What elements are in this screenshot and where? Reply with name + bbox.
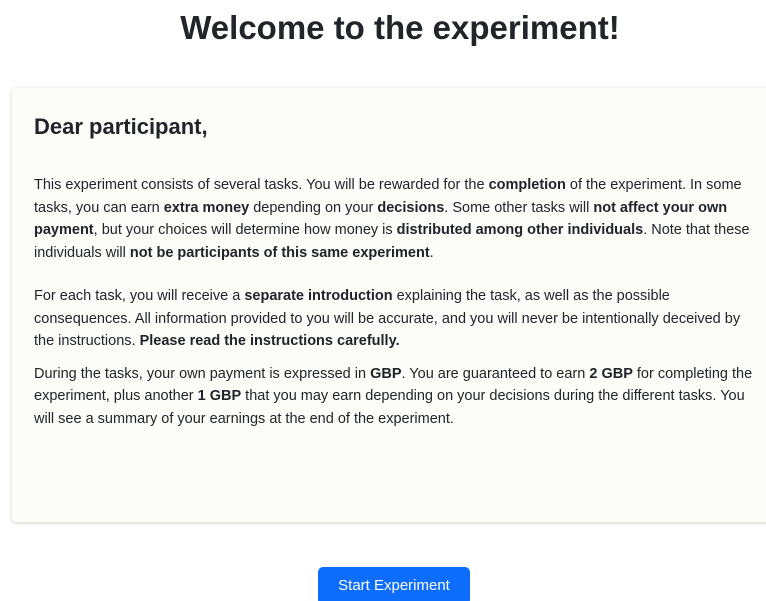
instructions-card: Dear participant, This experiment consis… bbox=[12, 88, 766, 522]
text-run: , but your choices will determine how mo… bbox=[93, 222, 397, 238]
card-heading: Dear participant, bbox=[34, 114, 208, 139]
task-introduction-paragraph: For each task, you will receive a separa… bbox=[34, 285, 764, 353]
text-run: For each task, you will receive a bbox=[34, 288, 245, 304]
bold-run: extra money bbox=[163, 199, 250, 216]
bold-run: GBP bbox=[370, 365, 402, 382]
intro-paragraph: This experiment consists of several task… bbox=[34, 174, 764, 264]
text-run: . bbox=[429, 244, 434, 261]
text-run: . You are guaranteed to earn bbox=[401, 365, 590, 382]
bold-run: not be participants of this same experim… bbox=[129, 244, 430, 261]
start-experiment-button[interactable]: Start Experiment bbox=[318, 567, 470, 601]
bold-run: distributed among other individuals bbox=[396, 222, 644, 238]
page: Welcome to the experiment! Dear particip… bbox=[0, 0, 766, 601]
page-title: Welcome to the experiment! bbox=[180, 9, 620, 46]
text-run: . Some other tasks will bbox=[444, 199, 594, 216]
bold-run: 2 GBP bbox=[589, 365, 633, 382]
bold-run: decisions bbox=[377, 199, 445, 216]
bold-run: 1 GBP bbox=[197, 388, 242, 404]
text-run: This experiment consists of several task… bbox=[34, 177, 489, 193]
bold-run: completion bbox=[488, 177, 566, 193]
bold-run: separate introduction bbox=[244, 288, 393, 304]
bold-run: Please read the instructions carefully. bbox=[139, 333, 400, 349]
text-run: depending on your bbox=[249, 199, 378, 216]
text-run: During the tasks, your own payment is ex… bbox=[34, 365, 371, 382]
payment-paragraph: During the tasks, your own payment is ex… bbox=[34, 363, 764, 431]
